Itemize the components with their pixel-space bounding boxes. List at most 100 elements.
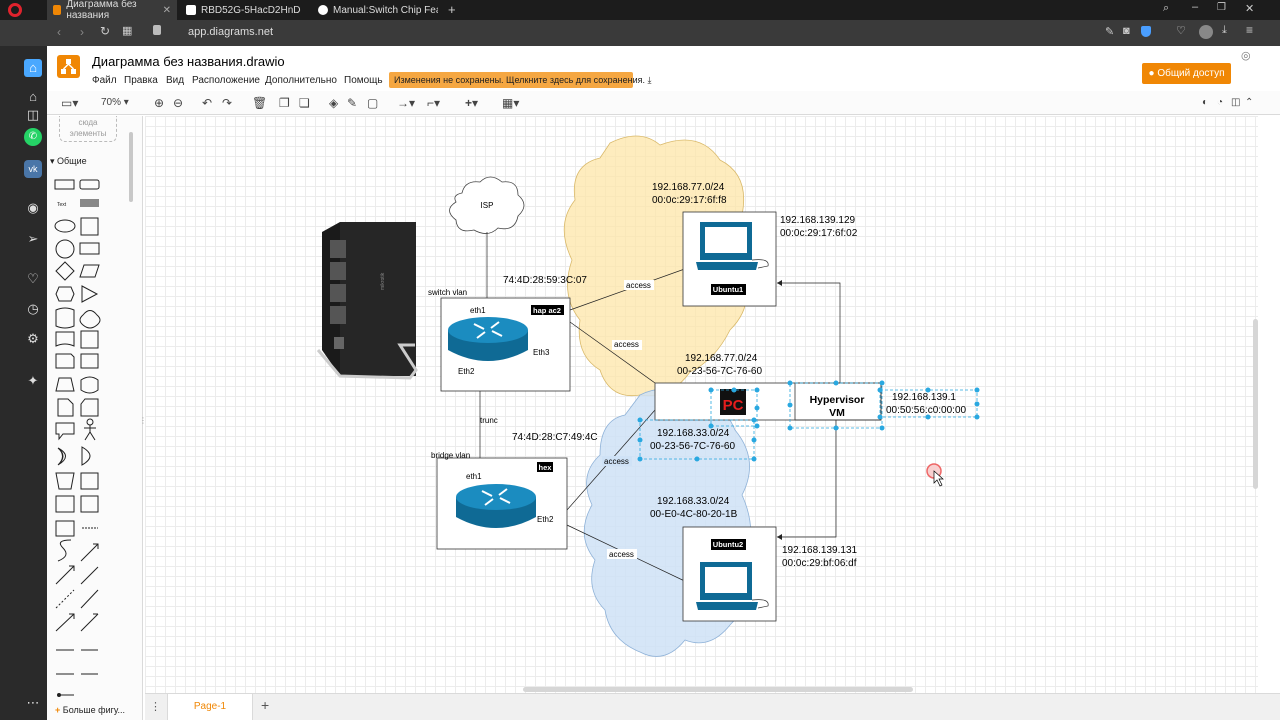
menu-arrange[interactable]: Расположение <box>192 75 260 86</box>
section-general[interactable]: ▾ Общие <box>50 156 87 167</box>
home-outline-icon[interactable]: ⌂ <box>24 88 42 106</box>
redo-icon[interactable]: ↷ <box>222 95 232 111</box>
more-icon[interactable]: ⋯ <box>24 694 42 712</box>
fill-color-icon[interactable]: ◈ <box>329 95 338 111</box>
mac-u1-int: 00:0c:29:17:6f:f8 <box>652 195 727 206</box>
edit-icon[interactable]: ✎ <box>1105 25 1114 38</box>
add-page-button[interactable]: + <box>261 697 269 713</box>
maximize-button[interactable]: ❐ <box>1217 2 1226 13</box>
menu-icon[interactable]: ≡ <box>1246 23 1253 37</box>
drop-area[interactable]: сюда элементы <box>59 116 117 142</box>
router-icon-hap[interactable] <box>448 317 528 361</box>
mac-u2: 00:0c:29:bf:06:df <box>782 558 857 569</box>
line-color-icon[interactable]: ✎ <box>347 95 357 111</box>
link-hv-ubuntu2[interactable] <box>777 420 837 538</box>
menu-help[interactable]: Помощь <box>344 75 383 86</box>
globe-icon[interactable]: ◎ <box>1241 49 1251 62</box>
bag-icon[interactable]: ◫ <box>24 106 42 124</box>
zoom-in-icon[interactable]: ⊕ <box>154 95 164 111</box>
close-icon[interactable]: ✕ <box>163 5 171 16</box>
search-tabs-icon[interactable]: ⌕ <box>1163 2 1169 15</box>
pages-menu-icon[interactable]: ⋮ <box>150 700 161 713</box>
menu-extras[interactable]: Дополнительно <box>265 75 337 86</box>
waypoints-icon[interactable]: ⌐▾ <box>427 95 440 111</box>
connection-icon[interactable]: →▾ <box>397 95 415 111</box>
more-shapes-button[interactable]: + Больше фигу... <box>55 705 125 715</box>
insert-icon[interactable]: +▾ <box>465 95 478 111</box>
zoom-out-icon[interactable]: ⊖ <box>173 95 183 111</box>
menu-edit[interactable]: Правка <box>124 75 158 86</box>
camera-icon[interactable]: ◙ <box>1123 25 1130 37</box>
mac-hap: 74:4D:28:59:3C:07 <box>503 275 587 286</box>
dark-mode-icon[interactable]: ◔ <box>1217 95 1223 111</box>
toolbar: ▭▾ 70% ▾ ⊕ ⊖ ↶ ↷ 🗑 ❐ ❏ ◈ ✎ ▢ →▾ ⌐▾ +▾ ▦▾… <box>47 91 1280 115</box>
send-icon[interactable]: ➢ <box>24 230 42 248</box>
hypervisor-label: Hypervisor <box>810 394 865 406</box>
page-tab-1[interactable]: Page-1 <box>167 694 253 720</box>
tab-manual[interactable]: Manual:Switch Chip Featur <box>312 0 442 20</box>
bulb-icon[interactable]: ✦ <box>24 372 42 390</box>
share-button[interactable]: ● Общий доступ <box>1142 63 1231 84</box>
heart-icon[interactable]: ♡ <box>1176 24 1186 37</box>
panel-splitter[interactable]: ⋮ <box>139 416 147 425</box>
unsaved-notice[interactable]: Изменения не сохранены. Щелкните здесь д… <box>389 72 652 88</box>
wiki-favicon-icon <box>318 5 328 15</box>
back-icon[interactable]: ‹ <box>57 25 61 39</box>
router-photo[interactable]: mikrotik <box>316 222 418 380</box>
drawio-logo-icon[interactable] <box>57 55 80 78</box>
clock-icon[interactable]: ◷ <box>24 300 42 318</box>
diagram-canvas[interactable]: ISP mikrotik switch vlan hap ac2 eth1 Et… <box>145 116 1258 693</box>
collapse-icon[interactable]: ⌃ <box>1245 95 1253 111</box>
theme-icon[interactable]: ◐ <box>1202 95 1208 111</box>
url-text[interactable]: app.diagrams.net <box>188 26 273 38</box>
canvas-vscrollbar[interactable] <box>1253 319 1258 489</box>
minimize-button[interactable]: – <box>1192 1 1198 13</box>
vk-icon[interactable]: vk <box>24 160 42 178</box>
close-window-button[interactable]: ✕ <box>1245 2 1254 15</box>
net33-u2: 192.168.33.0/24 <box>657 496 730 507</box>
ip-hv: 192.168.139.1 <box>892 392 956 403</box>
trunc-label: trunc <box>480 416 498 425</box>
mac-hv: 00:50:56:c0:00:00 <box>886 405 967 416</box>
canvas-hscrollbar[interactable] <box>523 687 913 692</box>
downloads-icon[interactable]: ⤓ <box>1222 24 1227 37</box>
menu-view[interactable]: Вид <box>166 75 184 86</box>
net77-pc: 192.168.77.0/24 <box>685 353 758 364</box>
tabs-grid-icon[interactable]: ▦ <box>122 24 132 37</box>
forward-icon[interactable]: › <box>80 25 84 39</box>
reload-icon[interactable]: ↻ <box>100 24 110 38</box>
new-tab-button[interactable]: + <box>448 2 456 17</box>
split-icon[interactable]: ◫ <box>1231 95 1240 111</box>
svg-text:mikrotik: mikrotik <box>380 272 386 290</box>
menu-file[interactable]: Файл <box>92 75 117 86</box>
settings-icon[interactable]: ⚙ <box>24 330 42 348</box>
lock-icon[interactable] <box>153 25 161 35</box>
hap-label: hap ac2 <box>533 306 561 315</box>
table-icon[interactable]: ▦▾ <box>502 95 519 111</box>
document-title[interactable]: Диаграмма без названия.drawio <box>92 54 285 69</box>
home-icon[interactable]: ⌂ <box>24 59 42 77</box>
delete-icon[interactable]: 🗑 <box>252 95 267 111</box>
panel-scrollbar[interactable] <box>129 132 133 202</box>
to-front-icon[interactable]: ❐ <box>279 95 290 111</box>
opera-logo-icon[interactable] <box>8 3 22 17</box>
shield-icon[interactable] <box>1141 26 1151 37</box>
diagram[interactable]: ISP mikrotik switch vlan hap ac2 eth1 Et… <box>145 116 1258 693</box>
shapes-grid[interactable]: Text <box>53 178 111 698</box>
router-icon-hex[interactable] <box>456 484 536 528</box>
net33-pc: 192.168.33.0/24 <box>657 428 730 439</box>
zoom-select[interactable]: 70% ▾ <box>101 95 129 111</box>
to-back-icon[interactable]: ❏ <box>299 95 310 111</box>
whatsapp-icon[interactable]: ✆ <box>24 128 42 146</box>
hex-eth1-label: eth1 <box>466 472 482 481</box>
undo-icon[interactable]: ↶ <box>202 95 212 111</box>
access-label-3: access <box>604 457 629 466</box>
link-hv-ubuntu1[interactable] <box>777 282 841 383</box>
shadow-icon[interactable]: ▢ <box>367 95 378 111</box>
heart-side-icon[interactable]: ♡ <box>24 270 42 288</box>
format-panel-icon[interactable]: ▭▾ <box>61 95 78 111</box>
tab-drawio[interactable]: Диаграмма без названия ✕ <box>47 0 177 21</box>
tab-rbd52g[interactable]: RBD52G-5HacD2HnD-TC_ <box>180 0 310 20</box>
avatar[interactable] <box>1199 25 1213 39</box>
player-icon[interactable]: ◉ <box>24 199 42 217</box>
